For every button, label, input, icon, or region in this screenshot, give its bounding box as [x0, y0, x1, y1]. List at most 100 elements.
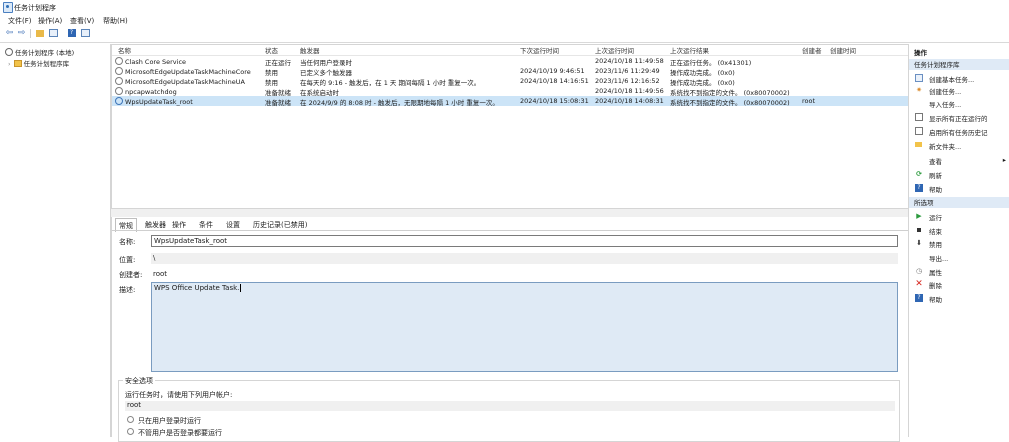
show-action-pane-icon[interactable]: [80, 28, 91, 38]
action-import-task[interactable]: 导入任务...: [909, 98, 1009, 109]
action-label: 帮助: [929, 296, 942, 304]
radio-button[interactable]: [127, 428, 134, 435]
action-label: 运行: [929, 214, 942, 222]
task-next-run: 2024/10/18 15:08:31: [520, 97, 589, 105]
task-author: root: [802, 97, 816, 105]
menu-bar: 文件(F) 操作(A) 查看(V) 帮助(H): [0, 14, 1009, 26]
description-field[interactable]: WPS Office Update Task.: [151, 282, 898, 372]
action-refresh[interactable]: ⟳ 刷新: [909, 169, 1009, 180]
task-last-run: 2024/10/18 14:08:31: [595, 97, 664, 105]
column-header-status[interactable]: 状态: [265, 45, 278, 55]
task-icon: [115, 67, 123, 75]
table-row[interactable]: MicrosoftEdgeUpdateTaskMachineUA 禁用 在每天的…: [112, 76, 908, 87]
title-bar: 任务计划程序: [0, 0, 1009, 14]
tab-conditions[interactable]: 条件: [198, 220, 214, 230]
enable-history-icon: [915, 127, 923, 135]
radio-button[interactable]: [127, 416, 134, 423]
action-export[interactable]: 导出...: [909, 252, 1009, 263]
show-hide-tree-icon[interactable]: [48, 28, 59, 38]
task-last-run: 2023/11/6 12:16:52: [595, 77, 660, 85]
folder-up-icon[interactable]: [34, 28, 45, 38]
radio-label: 不管用户是否登录都要运行: [138, 429, 222, 437]
security-options-group: 安全选项 运行任务时，请使用下列用户帐户: root 只在用户登录时运行 不管用…: [118, 376, 900, 442]
properties-icon: ◷: [915, 267, 923, 275]
action-help[interactable]: ? 帮助: [909, 183, 1009, 194]
tab-history[interactable]: 历史记录(已禁用): [252, 220, 308, 230]
action-label: 刷新: [929, 172, 942, 180]
action-help-selected[interactable]: ? 帮助: [909, 293, 1009, 304]
help-icon: ?: [915, 184, 923, 192]
action-disable[interactable]: ⬇ 禁用: [909, 238, 1009, 249]
table-row[interactable]: npcapwatchdog 准备就绪 在系统启动时 2024/10/18 11:…: [112, 86, 908, 97]
toolbar: ⇦ ⇨ ?: [0, 27, 1009, 41]
task-next-run: 2024/10/18 14:16:51: [520, 77, 589, 85]
task-icon: [115, 57, 123, 65]
action-create-basic-task[interactable]: 创建基本任务...: [909, 73, 1009, 84]
table-row[interactable]: MicrosoftEdgeUpdateTaskMachineCore 禁用 已定…: [112, 66, 908, 77]
folder-icon: [13, 60, 22, 67]
actions-pane: 操作 任务计划程序库 创建基本任务... ✷ 创建任务... 导入任务... 显示…: [908, 44, 1009, 437]
radio-logged-on-only[interactable]: 只在用户登录时运行: [127, 416, 201, 426]
menu-view[interactable]: 查看(V): [70, 16, 94, 26]
column-header-last-result[interactable]: 上次运行结果: [670, 45, 709, 55]
action-enable-history[interactable]: 启用所有任务历史记: [909, 126, 1009, 137]
run-as-label: 运行任务时，请使用下列用户帐户:: [125, 391, 233, 399]
menu-action[interactable]: 操作(A): [38, 16, 62, 26]
column-header-name[interactable]: 名称: [118, 45, 131, 55]
task-trigger: 在 2024/9/9 的 8:08 时 - 触发后，无限期地每隔 1 小时 重复…: [300, 99, 499, 107]
action-label: 结束: [929, 228, 942, 236]
location-label: 位置:: [119, 256, 136, 264]
task-status: 准备就绪: [265, 99, 291, 107]
action-properties[interactable]: ◷ 属性: [909, 266, 1009, 277]
column-header-last-run[interactable]: 上次运行时间: [595, 45, 634, 55]
run-as-value: root: [127, 401, 142, 409]
column-header-created[interactable]: 创建时间: [830, 45, 856, 55]
menu-help[interactable]: 帮助(H): [103, 16, 128, 26]
action-create-task[interactable]: ✷ 创建任务...: [909, 85, 1009, 96]
tab-triggers[interactable]: 触发器: [144, 220, 167, 230]
column-header-trigger[interactable]: 触发器: [300, 45, 320, 55]
toolbar-separator: [30, 29, 31, 38]
action-end[interactable]: 结束: [909, 225, 1009, 236]
toolbar-divider: [0, 42, 1009, 43]
table-row[interactable]: Clash Core Service 正在运行 当任何用户登录时 2024/10…: [112, 56, 908, 67]
tab-actions[interactable]: 操作: [171, 220, 187, 230]
new-folder-icon: [915, 142, 922, 147]
chevron-right-icon[interactable]: ›: [8, 60, 11, 68]
tab-settings[interactable]: 设置: [225, 220, 241, 230]
menu-file[interactable]: 文件(F): [8, 16, 32, 26]
action-display-running[interactable]: 显示所有正在运行的: [909, 112, 1009, 123]
task-name: MicrosoftEdgeUpdateTaskMachineCore: [125, 68, 251, 76]
actions-section-library[interactable]: 任务计划程序库: [909, 59, 1009, 70]
author-label: 创建者:: [119, 271, 143, 279]
column-header-next-run[interactable]: 下次运行时间: [520, 45, 559, 55]
action-label: 帮助: [929, 186, 942, 194]
action-label: 查看: [929, 158, 942, 166]
task-last-run: 2024/10/18 11:49:56: [595, 87, 664, 95]
table-row-selected[interactable]: WpsUpdateTask_root 准备就绪 在 2024/9/9 的 8:0…: [112, 96, 908, 107]
display-running-icon: [915, 113, 923, 121]
run-as-field: root: [125, 401, 895, 411]
action-run[interactable]: ▶ 运行: [909, 211, 1009, 222]
location-value: \: [153, 254, 156, 262]
task-next-run: 2024/10/19 9:46:51: [520, 67, 585, 75]
action-delete[interactable]: ✕ 删除: [909, 279, 1009, 291]
action-label: 启用所有任务历史记: [929, 129, 988, 137]
tree-item-root[interactable]: 任务计划程序 (本地): [5, 47, 74, 57]
tree-item-library[interactable]: › 任务计划程序库: [8, 58, 69, 68]
actions-section-selected[interactable]: 所选项: [909, 197, 1009, 208]
task-icon: [115, 77, 123, 85]
radio-label: 只在用户登录时运行: [138, 417, 201, 425]
name-field[interactable]: WpsUpdateTask_root: [151, 235, 898, 247]
back-arrow-icon[interactable]: ⇦: [4, 28, 15, 38]
action-label: 导入任务...: [929, 101, 962, 109]
help-icon[interactable]: ?: [66, 28, 77, 38]
create-task-icon: ✷: [916, 86, 922, 94]
task-scheduler-app-icon: [3, 2, 13, 13]
action-label: 创建基本任务...: [929, 76, 975, 84]
author-value: root: [153, 270, 168, 278]
action-view[interactable]: 查看 ▸: [909, 155, 1009, 166]
action-new-folder[interactable]: 新文件夹...: [909, 140, 1009, 151]
forward-arrow-icon[interactable]: ⇨: [16, 28, 27, 38]
column-header-author[interactable]: 创建者: [802, 45, 822, 55]
